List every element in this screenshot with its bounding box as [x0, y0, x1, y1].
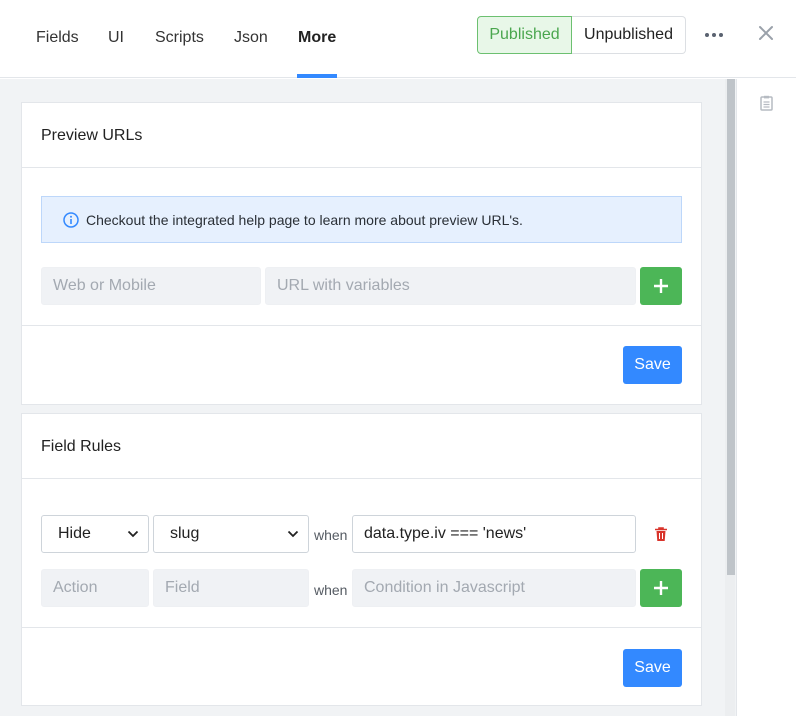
unpublished-button[interactable]: Unpublished — [572, 16, 686, 54]
rule-field-value: slug — [170, 525, 200, 542]
preview-urls-footer: Save — [22, 325, 701, 405]
tab-ui[interactable]: UI — [108, 29, 124, 47]
tab-fields[interactable]: Fields — [36, 29, 79, 47]
when-label: when — [314, 582, 348, 598]
chevron-down-icon — [127, 530, 139, 538]
add-preview-url-button[interactable] — [640, 267, 682, 305]
save-field-rules-button[interactable]: Save — [623, 649, 682, 687]
new-rule-field-select[interactable]: Field — [153, 569, 309, 607]
when-label: when — [314, 527, 348, 543]
field-rules-footer: Save — [22, 627, 701, 706]
field-rules-title: Field Rules — [22, 414, 701, 479]
save-preview-urls-button[interactable]: Save — [623, 346, 682, 384]
preview-urls-title: Preview URLs — [22, 103, 701, 168]
rule-action-select[interactable]: Hide — [41, 515, 149, 553]
preview-url-input[interactable]: URL with variables — [265, 267, 636, 305]
trash-icon[interactable] — [654, 526, 668, 542]
rule-action-value: Hide — [58, 525, 91, 542]
tab-scripts[interactable]: Scripts — [155, 29, 204, 47]
tab-more[interactable]: More — [298, 29, 336, 47]
rule-field-select[interactable]: slug — [153, 515, 309, 553]
top-bar: Fields UI Scripts Json More Published Un… — [0, 0, 796, 78]
field-rules-card: Field Rules Hide slug when data.type.iv … — [21, 413, 702, 706]
right-sidebar — [736, 79, 796, 716]
help-text: Checkout the integrated help page to lea… — [86, 211, 523, 228]
plus-icon — [654, 581, 668, 595]
close-icon[interactable] — [757, 24, 775, 42]
publish-status-toggle: Published Unpublished — [477, 16, 686, 54]
ellipsis-icon[interactable] — [704, 26, 724, 44]
add-rule-button[interactable] — [640, 569, 682, 607]
rule-condition-input[interactable]: data.type.iv === 'news' — [352, 515, 636, 553]
clipboard-icon[interactable] — [760, 95, 773, 111]
chevron-down-icon — [287, 530, 299, 538]
new-rule-condition-input[interactable]: Condition in Javascript — [352, 569, 636, 607]
plus-icon — [654, 279, 668, 293]
new-rule-action-select[interactable]: Action — [41, 569, 149, 607]
help-alert: Checkout the integrated help page to lea… — [41, 196, 682, 243]
published-button[interactable]: Published — [477, 16, 572, 54]
scrollbar-thumb[interactable] — [727, 79, 735, 575]
active-tab-indicator — [297, 74, 337, 78]
preview-urls-card: Preview URLs Checkout the integrated hel… — [21, 102, 702, 405]
tab-json[interactable]: Json — [234, 29, 268, 47]
preview-name-input[interactable]: Web or Mobile — [41, 267, 261, 305]
info-icon — [63, 211, 79, 228]
